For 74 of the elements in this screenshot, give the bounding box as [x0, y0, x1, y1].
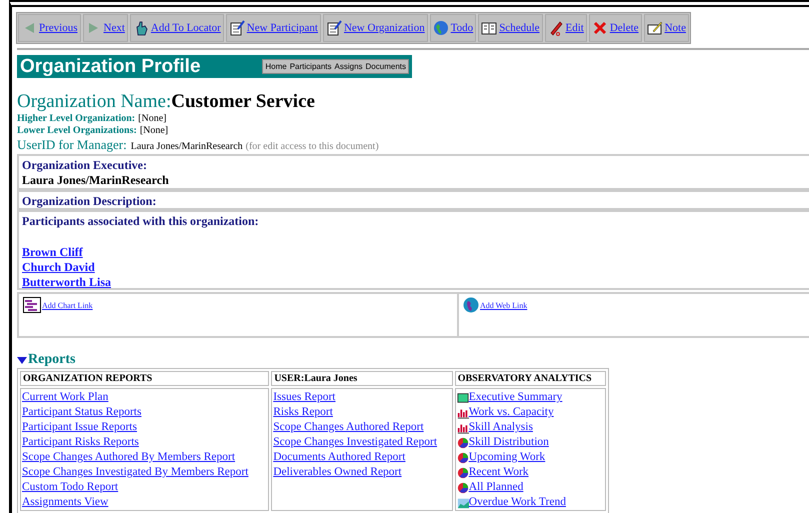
- field-label: UserID for Manager:: [17, 137, 127, 152]
- toolbar-button[interactable]: New Organization: [322, 14, 428, 42]
- report-link[interactable]: Custom Todo Report: [22, 480, 118, 495]
- field-label: Higher Level Organization:: [17, 113, 136, 124]
- report-link[interactable]: Work vs. Capacity: [456, 405, 554, 420]
- add-link[interactable]: Add Chart Link: [23, 297, 93, 313]
- report-link[interactable]: Issues Report: [273, 390, 336, 405]
- toolbar-button[interactable]: Previous: [18, 14, 80, 42]
- toolbar-button[interactable]: New Participant: [226, 14, 321, 42]
- page-title: Organization Profile: [20, 56, 201, 78]
- report-link[interactable]: Participant Status Reports: [22, 405, 142, 420]
- report-link[interactable]: Upcoming Work: [456, 450, 546, 465]
- field-value: [None]: [138, 113, 166, 124]
- nav-link[interactable]: Documents: [366, 62, 406, 71]
- toolbar-button[interactable]: Next: [82, 14, 128, 42]
- field-label: Lower Level Organizations:: [17, 125, 137, 136]
- disclosure-triangle-icon[interactable]: [17, 356, 27, 364]
- report-link[interactable]: Recent Work: [456, 465, 529, 480]
- pie-chart-icon: [456, 466, 469, 480]
- report-link[interactable]: Scope Changes Investigated Report: [273, 435, 438, 450]
- organization-name: Customer Service: [171, 91, 315, 112]
- section-label: Participants associated with this organization:: [22, 214, 260, 229]
- pie-chart-icon: [456, 450, 469, 464]
- report-link[interactable]: Executive Summary: [456, 390, 562, 405]
- report-link[interactable]: Current Work Plan: [22, 390, 108, 405]
- report-link[interactable]: All Planned: [456, 480, 524, 495]
- report-link[interactable]: Scope Changes Authored By Members Report: [22, 450, 236, 465]
- report-link[interactable]: Skill Analysis: [456, 420, 533, 435]
- notepad-icon: [228, 20, 245, 36]
- nav-link[interactable]: Assigns: [334, 62, 363, 71]
- nav-link[interactable]: Participants: [290, 62, 332, 71]
- section-label: Organization Description:: [22, 194, 158, 209]
- report-link[interactable]: Participant Risks Reports: [22, 435, 139, 450]
- toolbar-button[interactable]: Todo: [430, 14, 476, 42]
- add-link[interactable]: Add Web Link: [463, 297, 528, 313]
- participant-link[interactable]: Church David: [22, 260, 95, 274]
- note-icon: [646, 20, 663, 36]
- nav-link[interactable]: Home: [265, 62, 287, 71]
- notepad-icon: [326, 20, 342, 36]
- field-label: Organization Name:: [17, 91, 172, 112]
- book-icon: [481, 20, 498, 36]
- report-link[interactable]: Deliverables Owned Report: [273, 465, 402, 480]
- field-value: Laura Jones/MarinResearch: [130, 141, 243, 152]
- toolbar-button[interactable]: Edit: [544, 14, 587, 42]
- column-header: USER:Laura Jones: [271, 371, 453, 386]
- report-link[interactable]: Assignments View: [22, 495, 108, 510]
- report-link[interactable]: Skill Distribution: [456, 435, 549, 450]
- delete-icon: [592, 20, 608, 36]
- toolbar-button[interactable]: Schedule: [478, 14, 543, 42]
- field-value: Laura Jones/MarinResearch: [22, 173, 170, 188]
- pie-chart-icon: [456, 480, 469, 494]
- participant-link[interactable]: Brown Cliff: [22, 245, 83, 259]
- area-chart-icon: [456, 496, 469, 510]
- report-link[interactable]: Participant Issue Reports: [22, 420, 137, 435]
- section-title: Reports: [28, 352, 76, 368]
- participant-link[interactable]: Butterworth Lisa: [22, 275, 111, 289]
- pie-chart-icon: [456, 436, 469, 450]
- toolbar-button[interactable]: Delete: [588, 14, 642, 42]
- table-icon: [456, 390, 469, 404]
- report-link[interactable]: Documents Authored Report: [273, 450, 406, 465]
- chart-icon: [23, 297, 41, 313]
- report-link[interactable]: Overdue Work Trend: [456, 495, 566, 510]
- report-link[interactable]: Risks Report: [273, 405, 333, 420]
- toolbar-button[interactable]: Add To Locator: [130, 14, 224, 42]
- section-label: Organization Executive:: [22, 158, 148, 173]
- report-link[interactable]: Scope Changes Authored Report: [273, 420, 424, 435]
- globe-icon: [432, 20, 449, 36]
- report-link[interactable]: Scope Changes Investigated By Members Report: [22, 465, 248, 480]
- globe-icon: [463, 297, 479, 313]
- hint-text: (for edit access to this document): [246, 141, 379, 152]
- column-header: ORGANIZATION REPORTS: [20, 371, 270, 386]
- column-header: OBSERVATORY ANALYTICS: [454, 371, 606, 386]
- toolbar-button[interactable]: Note: [644, 14, 689, 42]
- field-value: [None]: [140, 125, 168, 136]
